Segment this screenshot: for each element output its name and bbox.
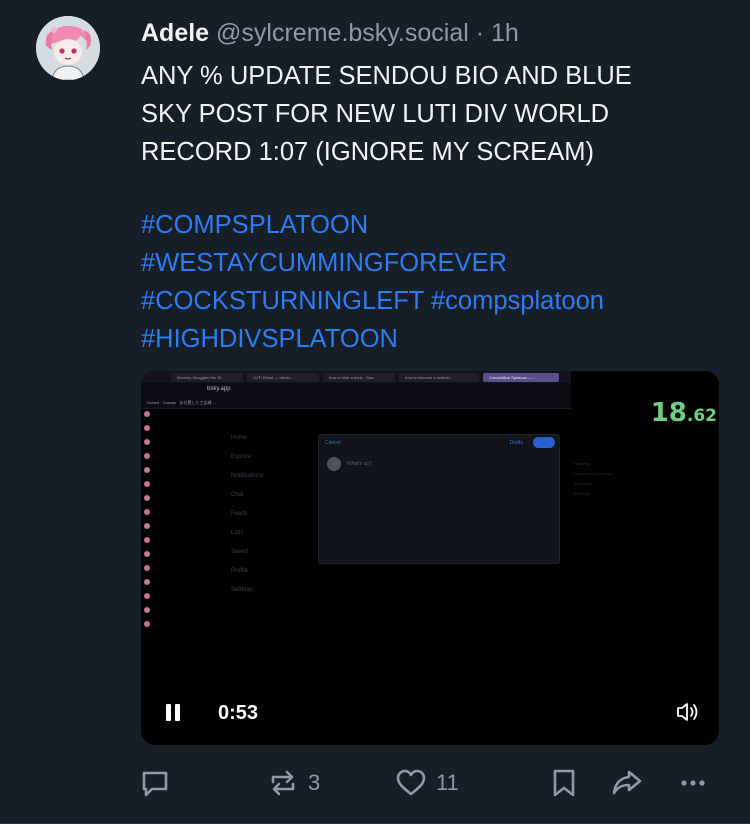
video-compose-avatar [327, 457, 341, 471]
hashtag-link[interactable]: #COMPSPLATOON [141, 211, 368, 239]
video-nav-item: Explore [231, 454, 252, 460]
timer-seconds: 18 [650, 398, 687, 428]
video-nav-item: Notifications [231, 473, 264, 479]
video-bookmark: Canvas [162, 400, 177, 405]
bookmark-icon [553, 769, 575, 797]
video-nav-item: Profile [231, 568, 249, 574]
post-actions: 3 11 [0, 760, 750, 806]
video-browser-tab: how to become a dodech... [399, 373, 479, 382]
video-right-item: More feeds [573, 481, 594, 486]
video-right-item: Competitive Splatoon [573, 471, 612, 476]
post-text: ANY % UPDATE SENDOU BIO AND BLUE SKY POS… [141, 57, 721, 171]
video-bookmarks-bar: School Canvas お仕置した工女様 ... [141, 397, 579, 409]
avatar[interactable] [36, 16, 100, 80]
author-handle[interactable]: @sylcreme.bsky.social [216, 19, 469, 47]
pause-button[interactable] [153, 693, 193, 731]
video-compose-cancel: Cancel [325, 440, 341, 446]
volume-icon [677, 703, 698, 721]
video-left-nav: Home Explore Notifications Chat Feeds Li… [231, 429, 264, 600]
video-right-item: Trending [573, 491, 589, 496]
video-right-item: Following [573, 461, 590, 466]
post-header: Adele @sylcreme.bsky.social · 1h [141, 18, 519, 48]
reply-icon [142, 771, 168, 797]
video-player[interactable]: Mommy Snuggles Her Sl... LUTI Direct — d… [141, 371, 719, 745]
hashtag-link[interactable]: #HIGHDIVSPLATOON [141, 325, 398, 353]
video-browser-tab: Mommy Snuggles Her Sl... [171, 373, 243, 382]
video-nav-item: Home [231, 435, 248, 441]
video-bookmark: お仕置した工女様 ... [179, 400, 216, 405]
video-compose-placeholder: What's up? [347, 461, 372, 467]
video-time-label: 0:53 [218, 702, 259, 724]
timer-fraction: .62 [686, 406, 717, 426]
post-text-line: RECORD 1:07 (IGNORE MY SCREAM) [141, 138, 594, 166]
repost-count: 3 [308, 770, 321, 795]
video-bookmark: School [147, 400, 160, 405]
share-icon [612, 770, 642, 795]
like-button[interactable]: 11 [394, 760, 459, 806]
post-text-line: SKY POST FOR NEW LUTI DIV WORLD [141, 100, 610, 128]
reply-button[interactable] [138, 760, 172, 806]
author-name[interactable]: Adele [141, 19, 209, 47]
video-nav-item: Settings [231, 587, 253, 593]
hashtags: #COMPSPLATOON #WESTAYCUMMINGFOREVER #COC… [141, 206, 604, 358]
more-options-button[interactable] [676, 760, 710, 806]
video-nav-item: Saved [231, 549, 249, 555]
video-url-bar: bsky.app [141, 383, 579, 397]
video-nav-item: Feeds [231, 511, 248, 517]
video-compose-dialog: Cancel Drafts What's up? [318, 434, 560, 564]
avatar-image [36, 16, 100, 80]
hashtag-link[interactable]: #COCKSTURNINGLEFT [141, 287, 424, 315]
volume-button[interactable] [667, 693, 707, 731]
video-right-panel: Following Competitive Splatoon More feed… [573, 459, 611, 499]
hashtag-link[interactable]: #compsplatoon [431, 287, 604, 315]
video-browser-tab: LUTI Direct — divisio... [247, 373, 319, 382]
video-url: bsky.app [207, 386, 231, 392]
video-time: 0:53 [203, 693, 283, 731]
video-browser-tab-active: Competitive Splatoon — ... [483, 373, 559, 382]
speedrun-timer: 18.62 [571, 371, 719, 451]
video-browser-tab: how to hide a body - Sea... [323, 373, 395, 382]
video-nav-item: Chat [231, 492, 244, 498]
video-sidebar-icons [144, 411, 152, 651]
like-count: 11 [436, 770, 459, 795]
post-text-line: ANY % UPDATE SENDOU BIO AND BLUE [141, 62, 632, 90]
more-icon [681, 780, 705, 786]
header-separator: · [475, 19, 485, 47]
share-button[interactable] [610, 760, 644, 806]
video-compose-drafts: Drafts [509, 440, 523, 446]
repost-button[interactable]: 3 [266, 760, 320, 806]
repost-icon [271, 770, 295, 796]
video-compose-post [533, 437, 555, 448]
like-icon [396, 769, 426, 796]
post-time[interactable]: 1h [491, 19, 519, 47]
hashtag-link[interactable]: #WESTAYCUMMINGFOREVER [141, 249, 507, 277]
video-browser-tabs: Mommy Snuggles Her Sl... LUTI Direct — d… [141, 371, 579, 383]
video-nav-item: Lists [231, 530, 244, 536]
bookmark-button[interactable] [547, 760, 581, 806]
